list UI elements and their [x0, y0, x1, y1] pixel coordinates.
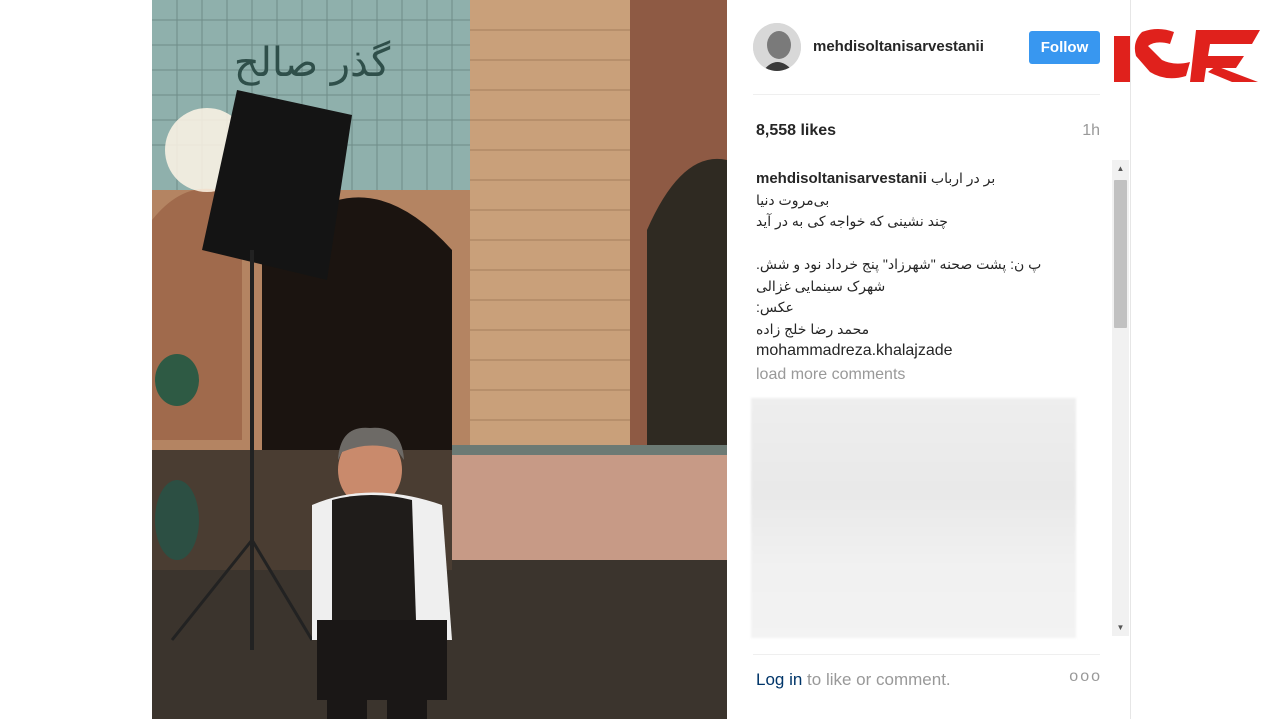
post-time[interactable]: 1h: [1082, 122, 1100, 140]
photo-illustration: [152, 0, 727, 719]
caption-line: شهرک سینمایی غزالی: [756, 277, 886, 294]
post-panel: mehdisoltanisarvestanii Follow 8,558 lik…: [727, 0, 1131, 719]
avatar[interactable]: [753, 23, 801, 71]
scroll-up-arrow-icon[interactable]: ▲: [1112, 160, 1129, 177]
caption-line: عکس:: [756, 299, 794, 315]
caption-line: چند نشینی که خواجه کی به در آید: [756, 213, 948, 229]
logo-mark: [1114, 29, 1260, 82]
login-link[interactable]: Log in: [756, 670, 802, 689]
load-more-comments[interactable]: load more comments: [756, 366, 1106, 384]
comments-scrollbar[interactable]: ▲ ▼: [1112, 160, 1129, 636]
caption-first-line: mehdisoltanisarvestanii بر در ارباب: [756, 168, 1106, 190]
avatar-image: [753, 23, 801, 71]
caption-line: mohammadreza.khalajzade: [756, 342, 953, 359]
header-divider: [753, 94, 1100, 95]
post-header: mehdisoltanisarvestanii Follow: [727, 0, 1130, 95]
scroll-down-arrow-icon[interactable]: ▼: [1112, 619, 1129, 636]
site-logo: [1112, 22, 1262, 84]
caption-line: بی‌مروت دنیا: [756, 191, 830, 208]
post-username[interactable]: mehdisoltanisarvestanii: [813, 38, 984, 55]
blurred-comments: [751, 398, 1076, 638]
login-prompt-text: to like or comment.: [802, 670, 951, 689]
post-photo: گذر صالح: [152, 0, 727, 719]
footer-divider: [753, 654, 1100, 655]
likes-count[interactable]: 8,558 likes: [756, 122, 836, 140]
caption-line: بر در ارباب: [930, 170, 996, 186]
follow-button[interactable]: Follow: [1029, 31, 1100, 64]
scroll-thumb[interactable]: [1114, 180, 1127, 328]
more-options-icon[interactable]: ooo: [1069, 668, 1102, 686]
caption-line: محمد رضا خلج زاده: [756, 320, 870, 337]
photo-sign-text: گذر صالح: [233, 40, 391, 86]
login-prompt: Log in to like or comment.: [756, 670, 951, 690]
caption-line: پ ن: پشت صحنه "شهرزاد" پنج خرداد نود و ش…: [756, 256, 1042, 272]
caption-line: [756, 233, 1106, 255]
caption-username[interactable]: mehdisoltanisarvestanii: [756, 168, 927, 190]
